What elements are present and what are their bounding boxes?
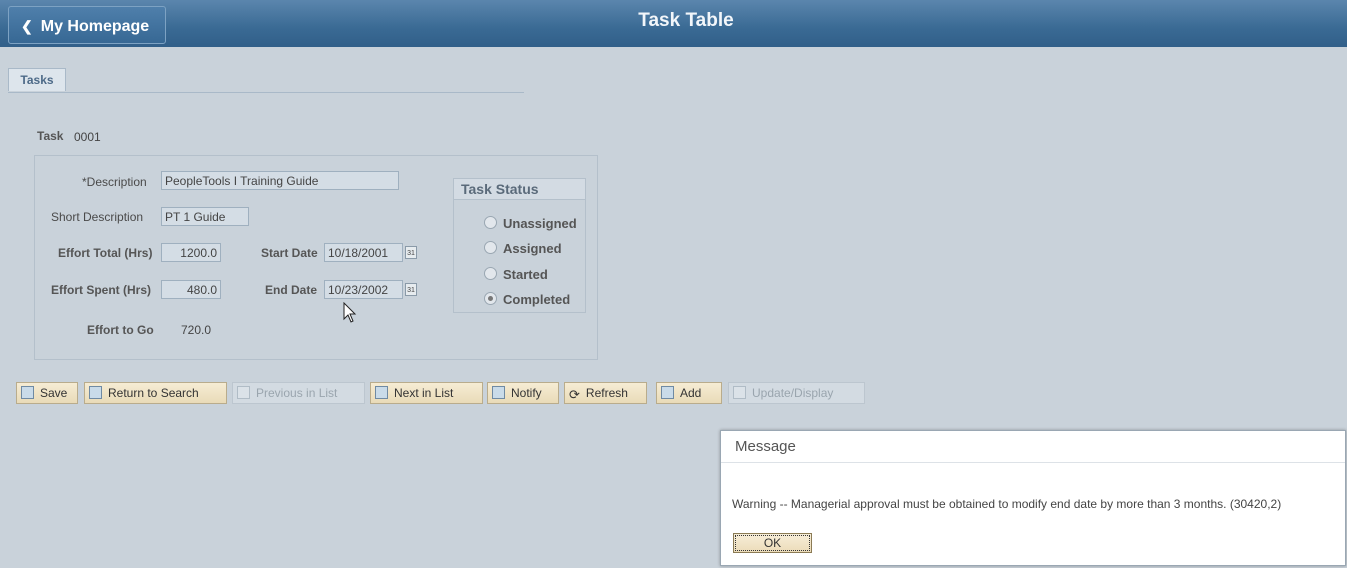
refresh-label: Refresh [585,386,628,400]
effort-total-input[interactable] [161,243,221,262]
radio-completed[interactable]: Completed [484,292,570,308]
radio-button-selected[interactable] [484,292,497,305]
next-in-list-button[interactable]: Next in List [370,382,483,404]
message-title: Message [721,431,1345,463]
return-to-search-label: Return to Search [108,386,199,400]
add-label: Add [680,386,702,400]
description-input[interactable] [161,171,399,190]
radio-unassigned[interactable]: Unassigned [484,216,577,232]
end-date-label: End Date [265,283,318,297]
radio-assigned[interactable]: Assigned [484,241,562,257]
start-date-calendar-icon[interactable]: 31 [405,246,417,259]
return-to-search-button[interactable]: Return to Search [84,382,227,404]
effort-spent-input[interactable] [161,280,221,299]
previous-icon [237,386,250,399]
tab-tasks[interactable]: Tasks [8,68,66,91]
tab-strip: Tasks [8,68,524,93]
previous-in-list-button[interactable]: Previous in List [232,382,365,404]
radio-label: Started [503,267,548,282]
notify-label: Notify [511,386,542,400]
header-bar: ❮ My Homepage Task Table [0,0,1347,47]
task-label: Task [37,129,64,143]
radio-label: Unassigned [503,216,577,231]
end-date-input[interactable] [324,280,403,299]
previous-in-list-label: Previous in List [256,386,338,400]
next-icon [375,386,388,399]
effort-to-go-label: Effort to Go [87,323,154,337]
refresh-icon: ⟳ [569,387,580,402]
short-description-label: Short Description [51,210,144,224]
message-dialog: Message Warning -- Managerial approval m… [720,430,1346,566]
next-in-list-label: Next in List [394,386,454,400]
task-value: 0001 [74,130,101,144]
update-display-icon [733,386,746,399]
effort-to-go-value: 720.0 [181,323,212,337]
update-display-button[interactable]: Update/Display [728,382,865,404]
radio-label: Completed [503,292,571,307]
save-button[interactable]: Save [16,382,78,404]
task-status-group: Task Status Unassigned Assigned Started … [453,178,586,313]
effort-spent-label: Effort Spent (Hrs) [51,283,151,297]
notify-button[interactable]: Notify [487,382,559,404]
ok-button[interactable]: OK [733,533,812,553]
short-description-input[interactable] [161,207,249,226]
refresh-button[interactable]: ⟳ Refresh [564,382,647,404]
end-date-calendar-icon[interactable]: 31 [405,283,417,296]
add-button[interactable]: Add [656,382,722,404]
mouse-cursor-icon [343,302,357,323]
radio-button[interactable] [484,216,497,229]
save-button-label: Save [40,386,68,400]
radio-button[interactable] [484,241,497,254]
start-date-input[interactable] [324,243,403,262]
radio-label: Assigned [503,241,562,256]
notify-icon [492,386,505,399]
save-icon [21,386,34,399]
task-status-title: Task Status [454,179,585,200]
update-display-label: Update/Display [752,386,834,400]
add-icon [661,386,674,399]
start-date-label: Start Date [261,246,318,260]
radio-started[interactable]: Started [484,267,548,283]
effort-total-label: Effort Total (Hrs) [58,246,153,260]
return-to-search-icon [89,386,102,399]
description-label: *Description [82,175,147,189]
page-title: Task Table [638,10,734,31]
radio-button[interactable] [484,267,497,280]
message-text: Warning -- Managerial approval must be o… [732,497,1282,511]
